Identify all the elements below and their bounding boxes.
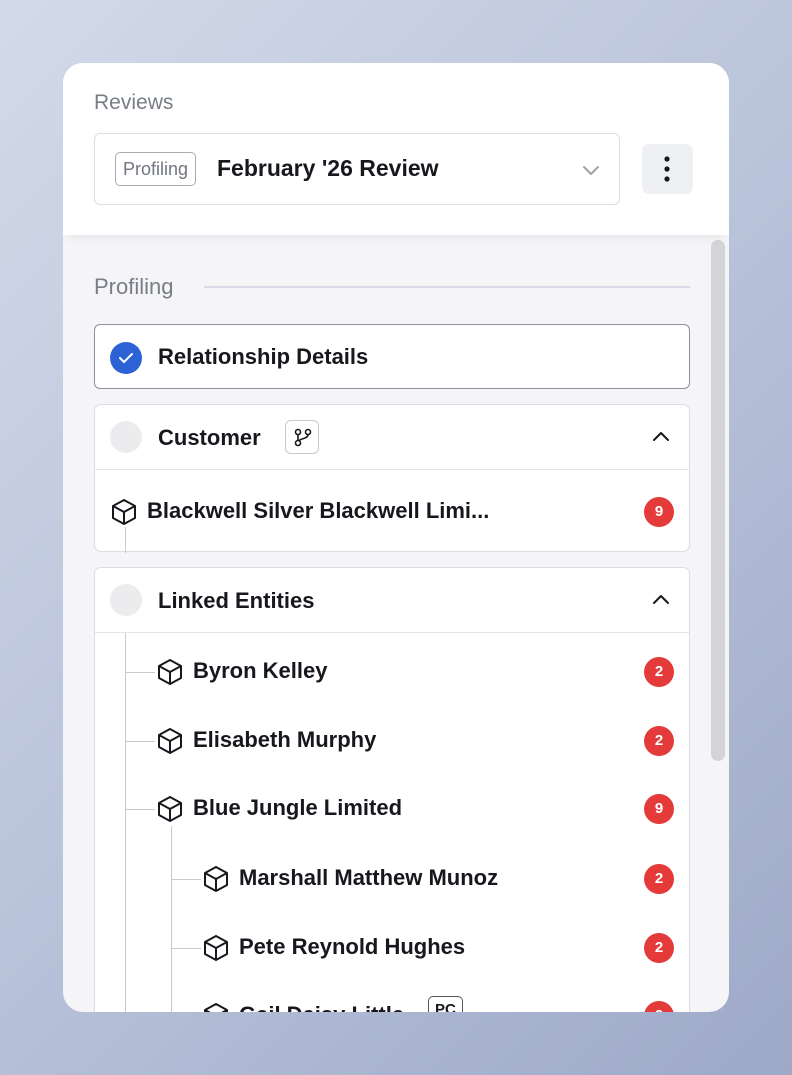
status-circle-icon bbox=[110, 584, 142, 616]
entity-name: Gail Daisy Little bbox=[239, 1002, 404, 1012]
panel-header: Reviews Profiling February '26 Review bbox=[63, 63, 729, 235]
review-panel: Reviews Profiling February '26 Review Pr… bbox=[63, 63, 729, 1012]
list-item[interactable]: Gail Daisy Little PC 2 bbox=[203, 996, 675, 1012]
tree-branch bbox=[125, 809, 155, 810]
cube-icon bbox=[158, 728, 182, 754]
tree-branch bbox=[171, 879, 201, 880]
cube-icon bbox=[158, 796, 182, 822]
issue-count-badge: 2 bbox=[644, 1001, 674, 1012]
relationship-details-label: Relationship Details bbox=[158, 344, 369, 369]
entity-name: Elisabeth Murphy bbox=[193, 727, 377, 752]
list-item[interactable]: Blue Jungle Limited 9 bbox=[157, 789, 675, 829]
branch-icon bbox=[294, 428, 312, 447]
issue-count-badge: 9 bbox=[644, 497, 674, 527]
entity-name: Blackwell Silver Blackwell Limi... bbox=[147, 498, 490, 523]
entity-type-tag: PC bbox=[428, 996, 463, 1012]
tree-line bbox=[125, 633, 126, 1012]
issue-count-badge: 2 bbox=[644, 933, 674, 963]
chevron-up-icon[interactable] bbox=[651, 427, 671, 447]
tree-branch bbox=[125, 672, 155, 673]
check-circle-icon bbox=[110, 342, 142, 374]
chevron-down-icon bbox=[583, 166, 599, 175]
more-vertical-icon bbox=[664, 156, 670, 182]
branch-button[interactable] bbox=[285, 420, 319, 454]
section-divider bbox=[204, 286, 690, 288]
more-options-button[interactable] bbox=[642, 144, 693, 194]
linked-entities-group: Linked Entities Byron Kelley 2 Elisabeth bbox=[94, 567, 690, 1012]
chevron-up-icon[interactable] bbox=[651, 590, 671, 610]
list-item[interactable]: Marshall Matthew Munoz 2 bbox=[203, 859, 675, 899]
tree-branch bbox=[171, 948, 201, 949]
status-circle-icon bbox=[110, 421, 142, 453]
scrollbar-thumb[interactable] bbox=[711, 240, 725, 761]
review-title: February '26 Review bbox=[217, 155, 439, 181]
entity-name: Pete Reynold Hughes bbox=[239, 934, 466, 959]
linked-entities-title: Linked Entities bbox=[158, 588, 315, 613]
list-item[interactable]: Byron Kelley 2 bbox=[157, 652, 675, 692]
tree-branch bbox=[125, 741, 155, 742]
issue-count-badge: 2 bbox=[644, 864, 674, 894]
list-item[interactable]: Blackwell Silver Blackwell Limi... 9 bbox=[111, 492, 675, 532]
cube-icon bbox=[158, 659, 182, 685]
cube-icon bbox=[112, 499, 136, 525]
customer-title: Customer bbox=[158, 425, 261, 450]
entity-name: Blue Jungle Limited bbox=[193, 795, 403, 820]
cube-icon bbox=[204, 935, 228, 961]
issue-count-badge: 2 bbox=[644, 726, 674, 756]
relationship-details-item[interactable]: Relationship Details bbox=[94, 324, 690, 389]
customer-group: Customer Blackwell Silver Blackwell Limi… bbox=[94, 404, 690, 553]
linked-entities-header[interactable]: Linked Entities bbox=[95, 568, 689, 633]
cube-icon bbox=[204, 866, 228, 892]
issue-count-badge: 2 bbox=[644, 657, 674, 687]
list-item[interactable]: Elisabeth Murphy 2 bbox=[157, 721, 675, 761]
section-title: Profiling bbox=[94, 274, 174, 299]
tree-line bbox=[171, 826, 172, 1012]
cube-icon bbox=[204, 1003, 228, 1012]
list-item[interactable]: Pete Reynold Hughes 2 bbox=[203, 928, 675, 968]
issue-count-badge: 9 bbox=[644, 794, 674, 824]
entity-name: Marshall Matthew Munoz bbox=[239, 865, 499, 890]
review-type-tag: Profiling bbox=[115, 152, 197, 186]
entity-name: Byron Kelley bbox=[193, 658, 328, 683]
review-select[interactable]: Profiling February '26 Review bbox=[94, 133, 620, 205]
customer-header[interactable]: Customer bbox=[95, 405, 689, 470]
reviews-label: Reviews bbox=[94, 91, 174, 114]
